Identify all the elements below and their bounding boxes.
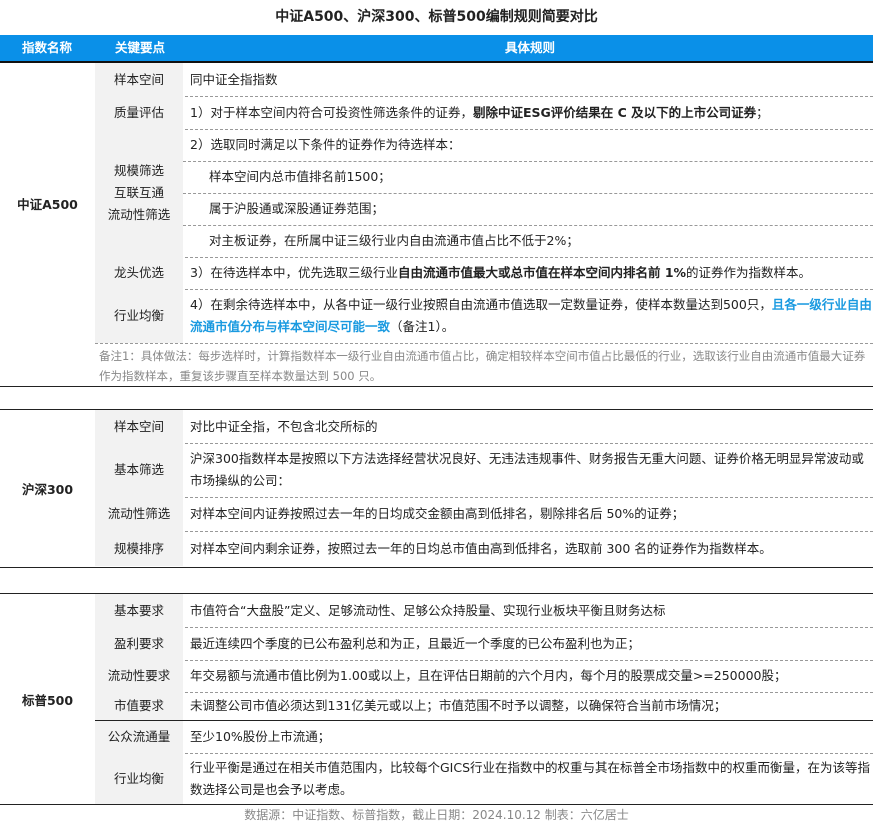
key-mcap-req: 市值要求 — [95, 692, 183, 720]
rule-text: 属于沪股通或深股通证券范围； — [209, 201, 385, 216]
key-liquidity-req: 流动性要求 — [95, 660, 183, 692]
key-profit-req: 盈利要求 — [95, 627, 183, 660]
rule-text: 未调整公司市值必须达到131亿美元或以上；市值范围不时予以调整，以确保符合当前市… — [190, 698, 727, 713]
rule-plain: 3）在待选样本中，优先选取三级行业 — [190, 265, 398, 280]
divider — [0, 804, 873, 805]
key-liquidity: 流动性筛选 — [95, 497, 183, 531]
key-public-float: 公众流通量 — [95, 721, 183, 753]
page-title: 中证A500、沪深300、标普500编制规则简要对比 — [275, 9, 598, 25]
header-rules: 具体规则 — [505, 40, 556, 55]
index-name-csi-a500: 中证A500 — [17, 196, 78, 212]
rule-text: 行业平衡是通过在相关市值范围内，比较每个GICS行业在指数中的权重与其在标普全市… — [190, 759, 871, 797]
key-sample-space: 样本空间 — [95, 410, 183, 443]
rule-text: 同中证全指指数 — [190, 71, 278, 87]
rule-text: 对样本空间内剩余证券，按照过去一年的日均总市值由高到低排名，选取前 300 名的… — [190, 540, 772, 556]
key-size-screening: 规模筛选 互联互通 流动性筛选 — [95, 129, 183, 257]
index-name-csi300: 沪深300 — [21, 481, 74, 497]
footer-source: 数据源：中证指数、标普指数，截止日期：2024.10.12 制表：六亿居士 — [244, 808, 629, 822]
header-key-points: 关键要点 — [115, 40, 166, 55]
key-line: 流动性筛选 — [107, 207, 171, 222]
rule-text: 1）对于样本空间内符合可投资性筛选条件的证券， 剔除中证ESG评价结果在 C 及以… — [183, 96, 873, 129]
key-sample-space: 样本空间 — [95, 63, 183, 96]
rule-text: 对主板证券，在所属中证三级行业内自由流通市值占比不低于2%； — [209, 233, 579, 248]
rule-text: 最近连续四个季度的已公布盈利总和为正，且最近一个季度的已公布盈利也为正； — [190, 635, 641, 651]
rule-text: 2）选取同时满足以下条件的证券作为待选样本： — [190, 137, 461, 152]
rule-text: 至少10%股份上市流通； — [190, 729, 331, 744]
rule-text: 对样本空间内证券按照过去一年的日均成交金额由高到低排名，剔除排名后 50%的证券… — [190, 506, 685, 521]
rule-bold: 自由流通市值最大或总市值在样本空间内排名前 1% — [397, 265, 687, 280]
divider — [0, 386, 873, 387]
key-quality: 质量评估 — [95, 96, 183, 129]
key-basic-screening: 基本筛选 — [95, 443, 183, 497]
key-leader: 龙头优选 — [95, 257, 183, 289]
rule-text: 样本空间内总市值排名前1500； — [209, 169, 391, 184]
rule-bold: 剔除中证ESG评价结果在 C 及以下的上市公司证券 — [472, 104, 757, 120]
key-line: 规模筛选 — [113, 163, 164, 178]
rule-text: 对比中证全指，不包含北交所标的 — [190, 418, 378, 434]
rule-end: 的证券作为指数样本。 — [686, 265, 812, 280]
rule-text: 年交易额与流通市值比例为1.00或以上，且在评估日期前的六个月内，每个月的股票成… — [190, 668, 787, 683]
key-line: 互联互通 — [113, 185, 164, 200]
rule-text: 3）在待选样本中，优先选取三级行业 自由流通市值最大或总市值在样本空间内排名前 1… — [183, 257, 873, 289]
rule-text: 市值符合“大盘股”定义、足够流动性、足够公众持股量、实现行业板块平衡且财务达标 — [190, 602, 666, 618]
key-industry-balance: 行业均衡 — [95, 289, 183, 343]
key-size-ranking: 规模排序 — [95, 531, 183, 566]
rule-end: ； — [756, 104, 769, 120]
rule-plain: 1）对于样本空间内符合可投资性筛选条件的证券， — [190, 104, 473, 120]
divider — [0, 567, 873, 568]
header-index-name: 指数名称 — [22, 40, 73, 55]
rule-text: 4）在剩余待选样本中，从各中证一级行业按照自由流通市值选取一定数量证券，使样本数… — [183, 289, 873, 343]
note: 备注1：具体做法：每步选样时，计算指数样本一级行业自由流通市值占比，确定相较样本… — [99, 349, 866, 383]
table-header: 指数名称 关键要点 具体规则 — [0, 35, 873, 63]
rule-end: （备注1）。 — [390, 319, 455, 334]
key-industry-balance: 行业均衡 — [95, 753, 183, 804]
rule-text: 沪深300指数样本是按照以下方法选择经营状况良好、无违法违规事件、财务报告无重大… — [190, 451, 864, 488]
index-name-sp500: 标普500 — [21, 692, 74, 708]
key-basic-req: 基本要求 — [95, 594, 183, 627]
rule-plain: 4）在剩余待选样本中，从各中证一级行业按照自由流通市值选取一定数量证券，使样本数… — [190, 297, 772, 312]
